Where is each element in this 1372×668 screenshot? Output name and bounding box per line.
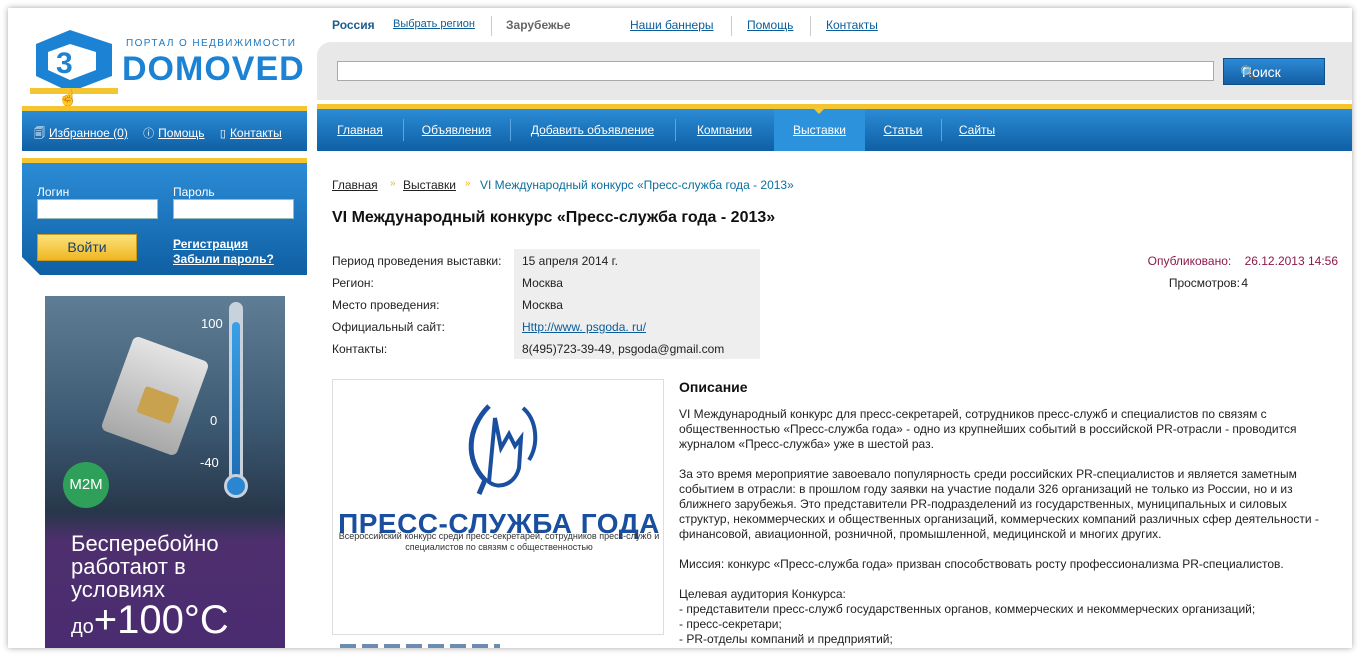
contacts-link-left[interactable]: Контакты bbox=[230, 126, 282, 140]
search-bar: 🔍 Поиск bbox=[317, 42, 1352, 100]
breadcrumb-section[interactable]: Выставки bbox=[403, 178, 456, 192]
search-input[interactable] bbox=[337, 61, 1214, 81]
divider bbox=[731, 16, 732, 36]
published-date: Опубликовано: 26.12.2013 14:56 bbox=[1147, 254, 1338, 268]
breadcrumb-arrow-icon: » bbox=[465, 178, 471, 189]
m2m-badge: M2M bbox=[63, 462, 109, 508]
nav-item-exhibitions[interactable]: Выставки bbox=[774, 109, 865, 151]
tick-0: 0 bbox=[210, 413, 218, 428]
nav-item-add-ad[interactable]: Добавить объявление bbox=[510, 109, 675, 151]
logo-3d-icon: 3 bbox=[30, 30, 118, 94]
nav-item-home[interactable]: Главная bbox=[317, 109, 403, 151]
divider bbox=[491, 16, 492, 36]
breadcrumb-arrow-icon: » bbox=[390, 178, 396, 189]
favorites-link[interactable]: Избранное (0) bbox=[49, 126, 128, 140]
property-row: Место проведения: Москва bbox=[332, 293, 762, 315]
login-button[interactable]: Войти bbox=[37, 234, 137, 261]
corner-decoration bbox=[22, 257, 40, 275]
social-share-icons[interactable] bbox=[340, 644, 500, 648]
forgot-password-link[interactable]: Забыли пароль? bbox=[173, 252, 274, 266]
help-link[interactable]: Помощь bbox=[747, 18, 793, 32]
ad-temperature: до+100°C bbox=[71, 598, 229, 642]
main-nav: Главная Объявления Добавить объявление К… bbox=[317, 104, 1352, 151]
logo-brand: DOMOVED bbox=[122, 50, 305, 88]
thermometer-icon bbox=[229, 302, 243, 482]
property-row: Период проведения выставки: 15 апреля 20… bbox=[332, 249, 762, 271]
register-link[interactable]: Регистрация bbox=[173, 237, 248, 251]
exhibition-image[interactable]: ПРЕСС-СЛУЖБА ГОДА Всероссийский конкурс … bbox=[332, 379, 664, 635]
ad-banner[interactable]: 100 0 -40 M2M Бесперебойно работают в ус… bbox=[45, 296, 285, 648]
site-logo[interactable]: 3 ПОРТАЛ О НЕДВИЖИМОСТИ DOMOVED ☝ bbox=[22, 18, 312, 108]
nav-item-companies[interactable]: Компании bbox=[675, 109, 774, 151]
login-label: Логин bbox=[37, 185, 70, 199]
property-row: Регион: Москва bbox=[332, 271, 762, 293]
description-paragraph: Миссия: конкурс «Пресс-служба года» приз… bbox=[679, 557, 1284, 571]
views-label: Просмотров: bbox=[1168, 276, 1240, 290]
login-form: Логин Пароль Войти Регистрация Забыли па… bbox=[22, 158, 307, 275]
property-row: Официальный сайт: Http://www. psgoda. ru… bbox=[332, 315, 762, 337]
active-indicator bbox=[813, 108, 825, 114]
help-icon: ⓘ bbox=[143, 128, 155, 140]
description-paragraph: За это время мероприятие завоевало попул… bbox=[679, 467, 1319, 541]
thermometer-bulb bbox=[224, 474, 248, 498]
select-region-link[interactable]: Выбрать регион bbox=[393, 18, 475, 30]
region-abroad[interactable]: Зарубежье bbox=[506, 18, 571, 32]
logo-tagline: ПОРТАЛ О НЕДВИЖИМОСТИ bbox=[126, 38, 297, 49]
description-paragraph: VI Международный конкурс для пресс-секре… bbox=[679, 407, 1297, 451]
tick-minus40: -40 bbox=[200, 455, 219, 470]
help-link-left[interactable]: Помощь bbox=[158, 126, 204, 140]
image-subtitle: Всероссийский конкурс среди пресс-секрет… bbox=[338, 531, 660, 552]
nav-item-ads[interactable]: Объявления bbox=[403, 109, 510, 151]
audience-heading: Целевая аудитория Конкурса: bbox=[679, 587, 846, 601]
ad-headline: Бесперебойно работают в условиях bbox=[71, 531, 219, 602]
password-label: Пароль bbox=[173, 185, 215, 199]
nav-item-articles[interactable]: Статьи bbox=[865, 109, 941, 151]
user-links-bar: 🗐 Избранное (0) ⓘ Помощь ▯ Контакты bbox=[22, 106, 307, 151]
press-service-logo-icon bbox=[468, 404, 538, 495]
breadcrumb-current: VI Международный конкурс «Пресс-служба г… bbox=[480, 178, 794, 192]
tick-100: 100 bbox=[201, 316, 223, 331]
audience-item: - PR-отделы компаний и предприятий; bbox=[679, 632, 893, 646]
contacts-link[interactable]: Контакты bbox=[826, 18, 878, 32]
page-title: VI Международный конкурс «Пресс-служба г… bbox=[332, 209, 776, 226]
property-row: Контакты: 8(495)723-39-49, psgoda@gmail.… bbox=[332, 337, 762, 359]
search-icon: 🔍 bbox=[1240, 65, 1257, 80]
search-button[interactable]: 🔍 Поиск bbox=[1223, 58, 1325, 85]
views-count: 4 bbox=[1241, 276, 1248, 290]
region-russia[interactable]: Россия bbox=[332, 18, 375, 32]
audience-item: - представители пресс-служб государствен… bbox=[679, 602, 1256, 616]
hand-cursor-icon: ☝ bbox=[58, 90, 78, 107]
description-heading: Описание bbox=[679, 379, 748, 395]
login-input[interactable] bbox=[37, 199, 158, 219]
audience-item: - пресс-секретари; bbox=[679, 617, 782, 631]
divider bbox=[810, 16, 811, 36]
official-site-link[interactable]: Http://www. psgoda. ru/ bbox=[522, 320, 646, 334]
password-input[interactable] bbox=[173, 199, 294, 219]
banners-link[interactable]: Наши баннеры bbox=[630, 18, 714, 32]
svg-text:3: 3 bbox=[56, 47, 73, 80]
breadcrumb-home[interactable]: Главная bbox=[332, 178, 378, 192]
nav-item-sites[interactable]: Сайты bbox=[941, 109, 1013, 151]
description: Описание VI Международный конкурс для пр… bbox=[679, 380, 1339, 647]
favorites-icon: 🗐 bbox=[34, 128, 45, 140]
contacts-icon: ▯ bbox=[219, 128, 226, 140]
browser-page: 3 ПОРТАЛ О НЕДВИЖИМОСТИ DOMOVED ☝ Россия… bbox=[8, 8, 1352, 648]
